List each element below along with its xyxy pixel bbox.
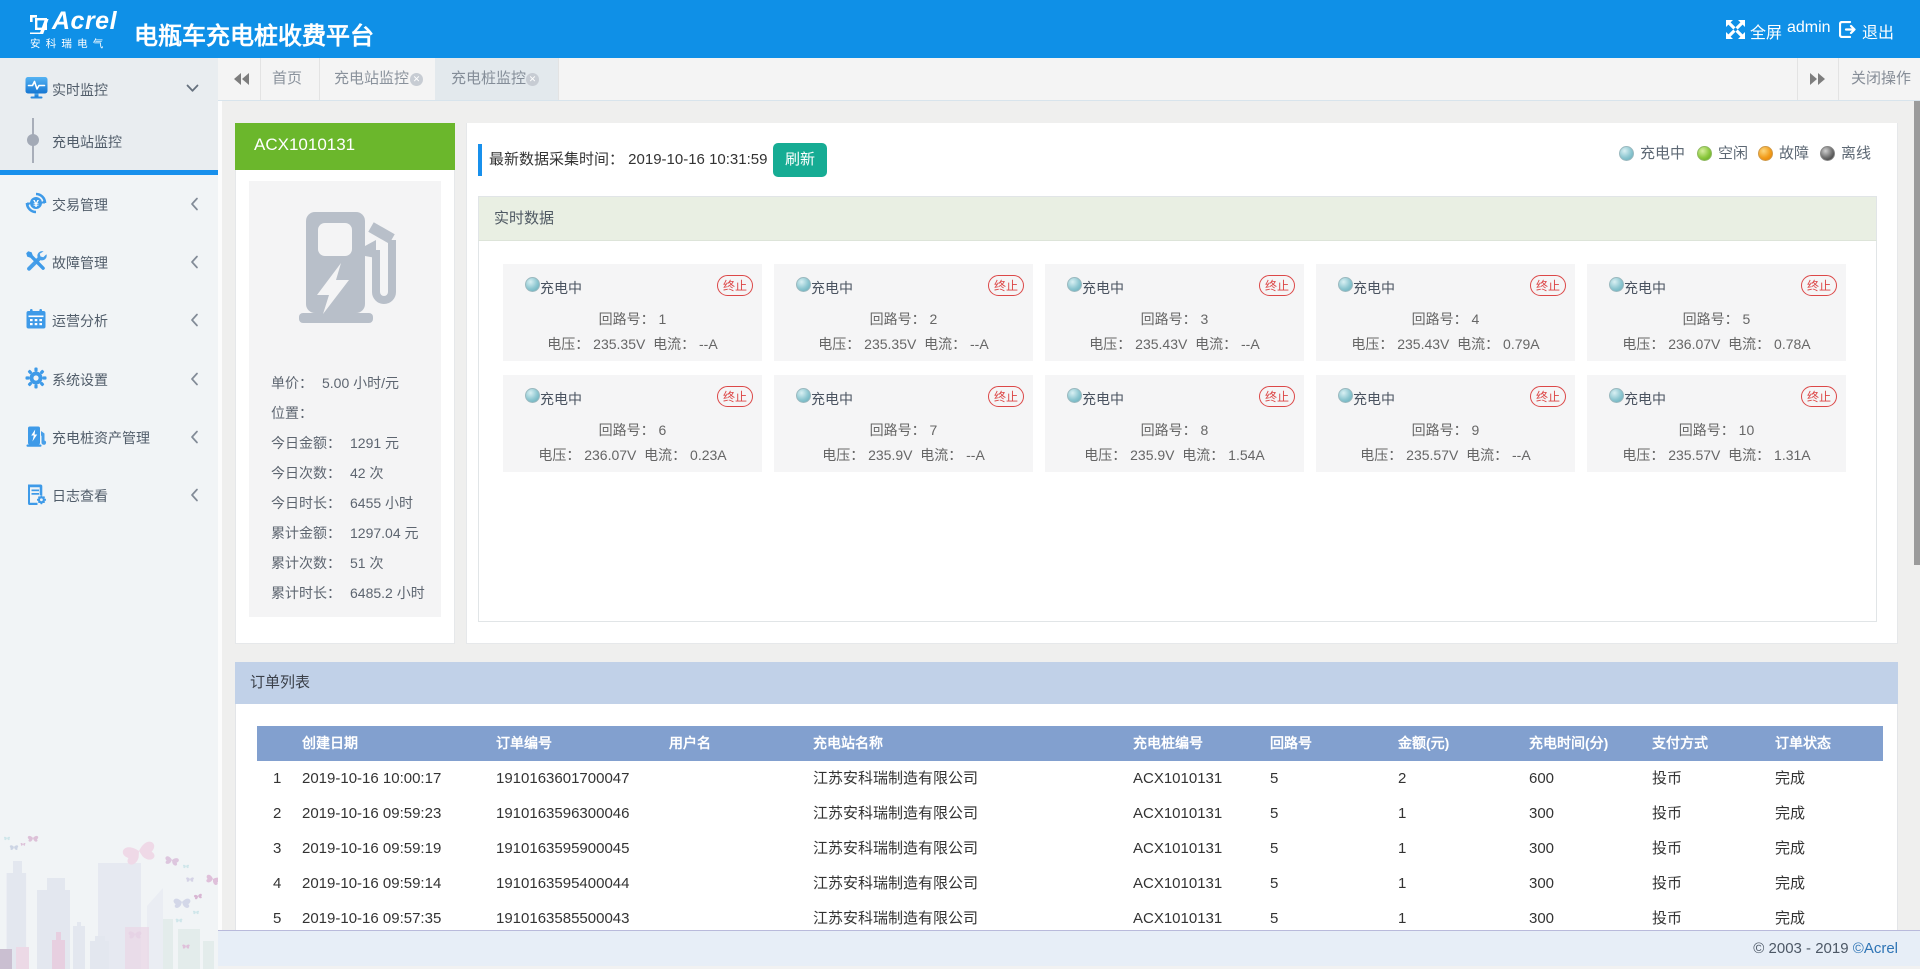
- svg-text:¥: ¥: [33, 198, 39, 210]
